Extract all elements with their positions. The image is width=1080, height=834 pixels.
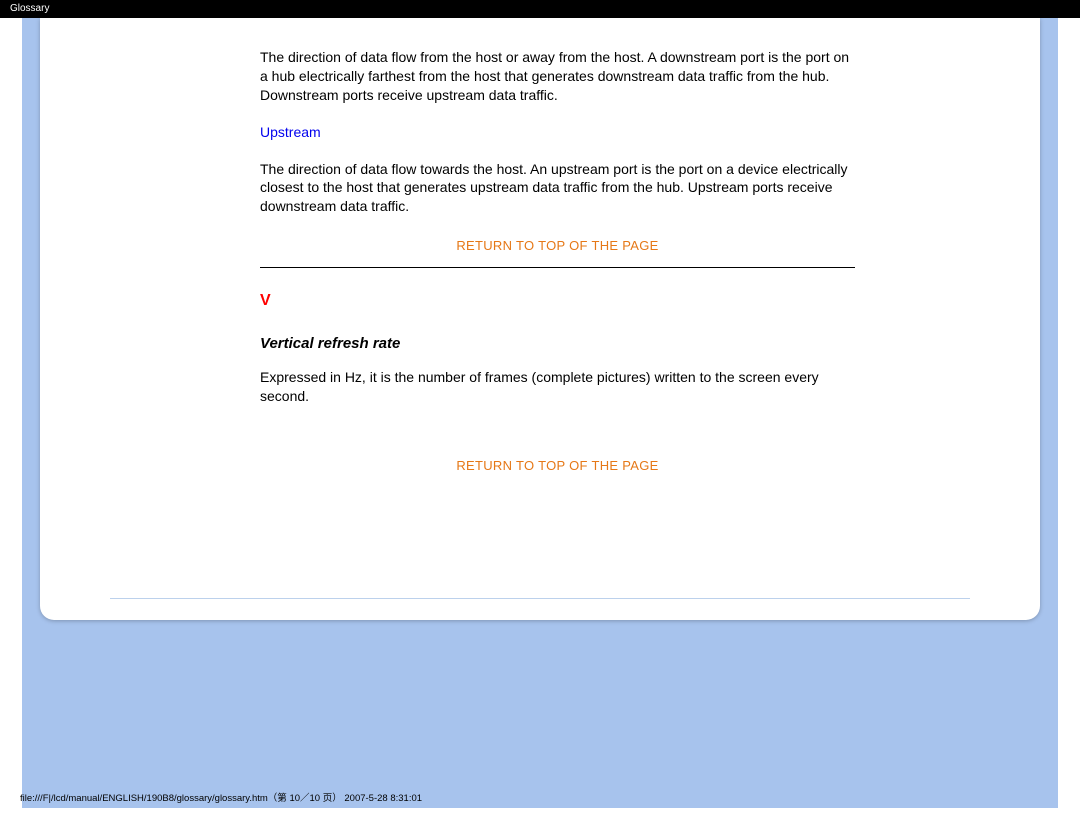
return-to-top-1-wrap: RETURN TO TOP OF THE PAGE [260,236,855,255]
document-page: The direction of data flow from the host… [40,18,1040,620]
return-to-top-link[interactable]: RETURN TO TOP OF THE PAGE [456,238,658,253]
upstream-term: Upstream [260,123,855,142]
vertical-refresh-rate-paragraph: Expressed in Hz, it is the number of fra… [260,368,855,406]
vertical-refresh-rate-title: Vertical refresh rate [260,334,855,354]
footer-status-line: file:///F|/lcd/manual/ENGLISH/190B8/glos… [20,790,422,804]
return-to-top-link[interactable]: RETURN TO TOP OF THE PAGE [456,458,658,473]
upstream-paragraph: The direction of data flow towards the h… [260,160,855,217]
window-title: Glossary [10,3,49,14]
section-divider [260,267,855,268]
footer-file-path: file:///F|/lcd/manual/ENGLISH/190B8/glos… [20,793,342,804]
page-background: The direction of data flow from the host… [0,18,1080,808]
window-title-bar: Glossary [0,0,1080,18]
footer-timestamp: 2007-5-28 8:31:01 [344,793,422,804]
downstream-paragraph: The direction of data flow from the host… [260,48,855,105]
paper-wrap: The direction of data flow from the host… [40,18,1040,620]
page-bottom-separator [110,598,970,599]
right-margin-band [1058,18,1080,808]
left-margin-band [0,18,22,808]
section-letter-v: V [260,290,855,312]
return-to-top-2-wrap: RETURN TO TOP OF THE PAGE [260,456,855,475]
